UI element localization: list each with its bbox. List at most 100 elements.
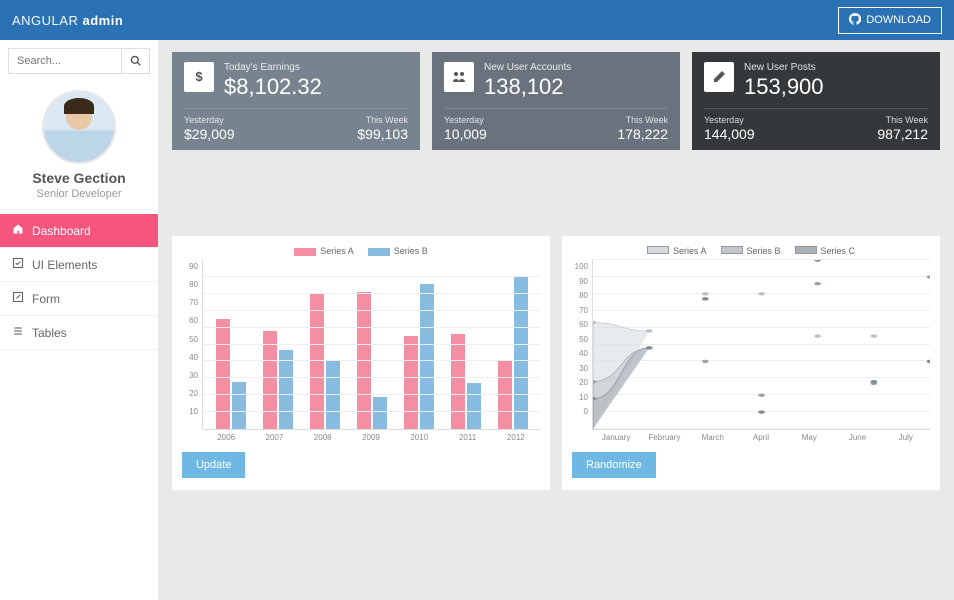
ytick: 100 [572,262,588,271]
ytick: 90 [182,262,198,271]
xtick: March [689,430,737,442]
xtick: January [592,430,640,442]
accounts-yest-label: Yesterday [444,115,487,125]
home-icon [12,223,24,238]
dollar-icon: $ [184,62,214,92]
line-xaxis: JanuaryFebruaryMarchAprilMayJuneJuly [592,430,930,442]
update-button[interactable]: Update [182,452,245,478]
nav-ui-elements[interactable]: UI Elements [0,248,158,282]
xtick: 2012 [492,430,540,442]
randomize-button[interactable]: Randomize [572,452,656,478]
search-row [0,40,158,82]
ytick: 70 [572,306,588,315]
brand-light: ANGULAR [12,13,78,28]
bar [420,284,434,429]
ytick: 10 [572,393,588,402]
topbar: ANGULAR admin DOWNLOAD [0,0,954,40]
nav-form[interactable]: Form [0,282,158,316]
bar-group [348,260,395,429]
bar [514,277,528,429]
charts-row: Series A Series B 908070605040302010 200… [172,236,940,490]
earnings-yest-label: Yesterday [184,115,235,125]
download-label: DOWNLOAD [866,14,931,26]
ytick: 50 [572,335,588,344]
nav-tables-label: Tables [32,326,67,340]
bar [279,350,293,429]
posts-value: 153,900 [744,74,824,100]
bar-legend-b: Series B [394,246,428,256]
legend-swatch-b [368,248,390,256]
stat-cards: $ Today's Earnings $8,102.32 Yesterday$2… [172,52,940,150]
bar [263,331,277,429]
line-legend: Series A Series B Series C [572,246,930,256]
nav-tables[interactable]: Tables [0,316,158,350]
bar-group [207,260,254,429]
posts-week-value: 987,212 [877,126,928,142]
pencil-square-icon [12,291,24,306]
github-icon [849,13,861,28]
xtick: February [640,430,688,442]
xtick: July [882,430,930,442]
ytick: 30 [182,371,198,380]
pencil-icon [704,62,734,92]
xtick: April [737,430,785,442]
legend-swatch-lc [795,246,817,254]
bar-xaxis: 2006200720082009201020112012 [202,430,540,442]
legend-swatch-lb [721,246,743,254]
ytick: 0 [572,407,588,416]
ytick: 40 [182,353,198,362]
brand-bold: admin [82,13,123,28]
ytick: 60 [572,320,588,329]
profile-role: Senior Developer [0,188,158,200]
search-button[interactable] [122,48,150,74]
ytick: 60 [182,316,198,325]
avatar [42,90,116,164]
main: $ Today's Earnings $8,102.32 Yesterday$2… [158,40,954,600]
bar [404,336,418,429]
line-plot [592,260,930,430]
earnings-week-label: This Week [357,115,408,125]
bar-group [254,260,301,429]
xtick: 2009 [347,430,395,442]
ytick: 10 [182,407,198,416]
bar-group [442,260,489,429]
ytick: 50 [182,335,198,344]
line-legend-b: Series B [747,246,781,256]
accounts-week-label: This Week [617,115,668,125]
bar [326,361,340,429]
users-icon [444,62,474,92]
posts-week-label: This Week [877,115,928,125]
bar [498,361,512,429]
brand-logo: ANGULAR admin [12,13,123,28]
line-legend-c: Series C [821,246,856,256]
posts-yest-value: 144,009 [704,126,755,142]
xtick: 2011 [443,430,491,442]
xtick: 2006 [202,430,250,442]
edit-icon [12,257,24,272]
nav-dashboard[interactable]: Dashboard [0,214,158,248]
accounts-value: 138,102 [484,74,571,100]
bar [373,397,387,429]
bar [467,383,481,429]
bar-chart-card: Series A Series B 908070605040302010 200… [172,236,550,490]
bar-group [301,260,348,429]
ytick: 20 [182,389,198,398]
ytick: 80 [572,291,588,300]
search-input[interactable] [8,48,122,74]
download-button[interactable]: DOWNLOAD [838,7,942,34]
bar-legend-a: Series A [320,246,354,256]
bar [216,319,230,429]
earnings-value: $8,102.32 [224,74,322,100]
xtick: 2010 [395,430,443,442]
ytick: 40 [572,349,588,358]
ytick: 90 [572,277,588,286]
accounts-title: New User Accounts [484,62,571,73]
bar-chart-area: 908070605040302010 [182,260,540,430]
bar [451,334,465,429]
bar-legend: Series A Series B [182,246,540,256]
ytick: 80 [182,280,198,289]
xtick: 2008 [299,430,347,442]
nav-dashboard-label: Dashboard [32,224,91,238]
line-legend-a: Series A [673,246,707,256]
line-chart-card: Series A Series B Series C 1009080706050… [562,236,940,490]
